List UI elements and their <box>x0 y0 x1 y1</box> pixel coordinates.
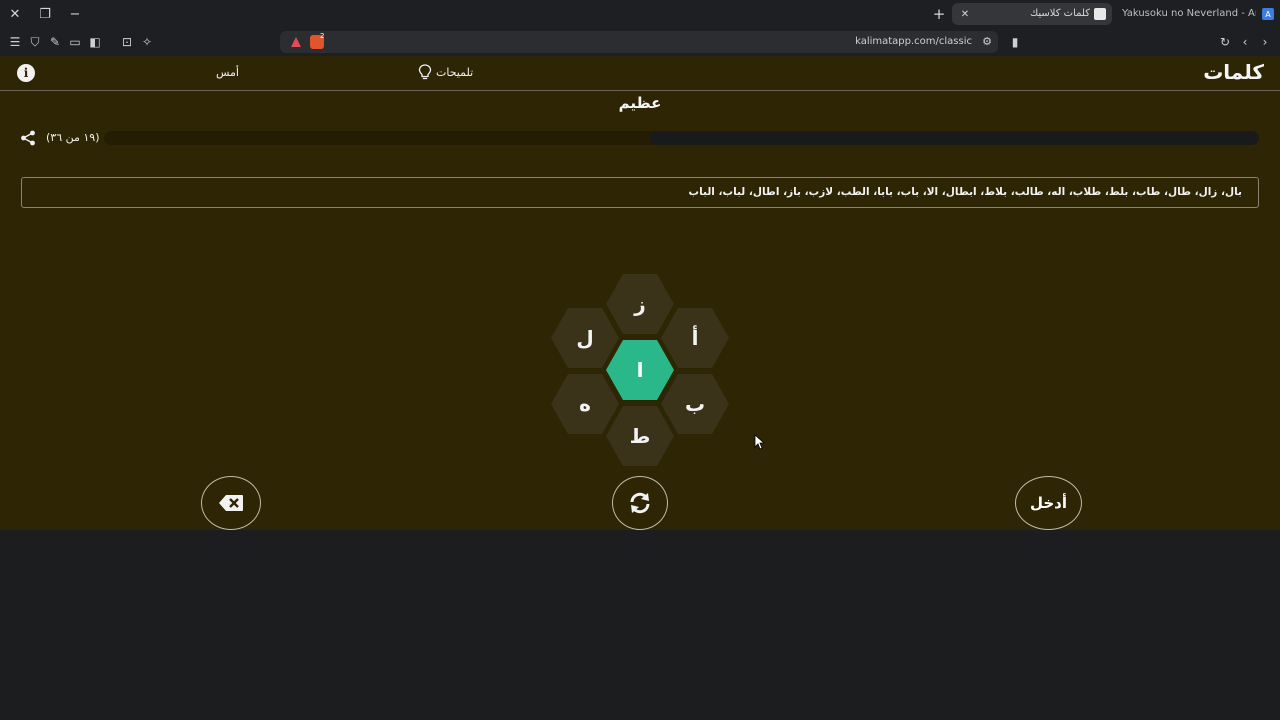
site-settings-icon[interactable]: ⚙ <box>982 35 992 48</box>
hints-label: تلميحات <box>436 65 474 79</box>
browser-toolbar: ☰ ⛉ ✎ ▭ ◧ ⊡ ✧ 2 kalimatapp.com/classic ⚙… <box>0 28 1280 56</box>
letter-hex-top-left[interactable]: ل <box>551 308 619 368</box>
found-count: (١٩ من ٣٦) <box>46 131 100 144</box>
pin-icon[interactable]: ✎ <box>46 33 64 51</box>
info-icon[interactable]: i <box>17 64 35 82</box>
new-tab-button[interactable]: + <box>928 0 950 28</box>
shield-outline-icon[interactable]: ⛉ <box>26 33 44 51</box>
shuffle-button[interactable] <box>612 476 668 530</box>
url-text: kalimatapp.com/classic <box>855 36 972 47</box>
tab-close-icon[interactable]: ✕ <box>958 3 972 25</box>
hints-button[interactable]: تلميحات <box>418 64 473 80</box>
letter-hex-bottom[interactable]: ط <box>606 406 674 466</box>
yesterday-link[interactable]: أمس <box>216 66 239 79</box>
tab-title: كلمات كلاسيك <box>1029 8 1090 19</box>
letter-hex-bottom-left[interactable]: ه <box>551 374 619 434</box>
game-page: i أمس تلميحات كلمات عظيم (١٩ من ٣٦) بال،… <box>0 56 1280 530</box>
shield-count-badge: 2 <box>320 32 325 40</box>
enter-button[interactable]: أدخل <box>1015 476 1082 530</box>
tab-title: Yakusoku no Neverland - Anime Slay <box>1122 8 1256 19</box>
tab-favicon-icon <box>1094 8 1106 20</box>
lightbulb-icon <box>418 64 432 80</box>
app-header: i أمس تلميحات كلمات <box>0 56 1280 91</box>
window-minimize-icon[interactable]: − <box>60 0 90 28</box>
refresh-icon <box>630 492 650 514</box>
letter-hex-top[interactable]: ز <box>606 274 674 334</box>
mouse-cursor-icon <box>754 434 764 450</box>
back-icon[interactable]: ‹ <box>1236 33 1254 51</box>
menu-icon[interactable]: ☰ <box>6 33 24 51</box>
tab-kalimat-classic[interactable]: ✕ كلمات كلاسيك <box>952 3 1112 25</box>
reload-icon[interactable]: ↻ <box>1216 33 1234 51</box>
browser-tab-strip: ✕ ❐ − + ✕ كلمات كلاسيك Yakusoku no Never… <box>0 0 1280 28</box>
backspace-icon <box>219 495 243 511</box>
bookmark-icon[interactable]: ▮ <box>1006 33 1024 51</box>
screenshot-icon[interactable]: ⊡ <box>118 33 136 51</box>
progress-bar <box>104 131 1259 145</box>
forward-icon[interactable]: › <box>1256 33 1274 51</box>
found-words-list: بال، زال، طال، طاب، بلط، طلاب، اله، طالب… <box>688 186 1242 198</box>
found-words-box[interactable]: بال، زال، طال، طاب، بلط، طلاب، اله، طالب… <box>21 177 1259 208</box>
window-close-icon[interactable]: ✕ <box>0 0 30 28</box>
window-icon[interactable]: ▭ <box>66 33 84 51</box>
share-icon[interactable] <box>20 130 36 146</box>
address-bar[interactable]: 2 kalimatapp.com/classic ⚙ <box>280 31 998 53</box>
extensions-icon[interactable]: ✧ <box>138 33 156 51</box>
letter-hex-top-right[interactable]: أ <box>661 308 729 368</box>
enter-label: أدخل <box>1029 494 1068 512</box>
delete-button[interactable] <box>201 476 261 530</box>
rank-title: عظيم <box>618 94 662 112</box>
window-restore-icon[interactable]: ❐ <box>30 0 60 28</box>
letter-hex-center[interactable]: ا <box>606 340 674 400</box>
app-logo: كلمات <box>1203 60 1264 84</box>
tab-favicon-icon: A <box>1262 8 1274 20</box>
progress-fill <box>649 131 1259 145</box>
letter-hex-bottom-right[interactable]: ب <box>661 374 729 434</box>
tab-anime-slayer[interactable]: Yakusoku no Neverland - Anime Slay A <box>1114 3 1280 25</box>
brave-rewards-icon[interactable] <box>290 36 302 48</box>
sidebar-icon[interactable]: ◧ <box>86 33 104 51</box>
